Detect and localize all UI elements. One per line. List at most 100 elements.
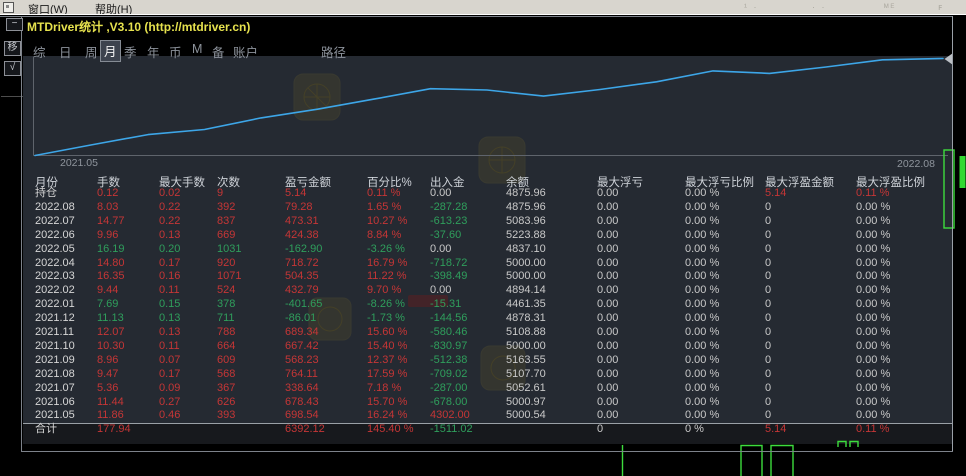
row-cell: 678.43 [285,396,319,410]
row-cell: 5052.61 [506,382,546,396]
row-cell: -86.01 [285,312,316,326]
row-cell: 524 [217,284,235,298]
table-row-total[interactable]: 合计177.946392.12145.40 %-1511.0200 %5.140… [28,423,958,437]
row-cell: 8.84 % [367,229,401,243]
row-cell: 698.54 [285,409,319,423]
row-cell: 0.00 % [856,243,890,257]
row-cell: 0.00 [597,270,618,284]
row-cell: -613.23 [430,215,467,229]
row-cell: 764.11 [285,368,318,382]
tab-m[interactable]: M [192,42,202,56]
row-cell: 9.44 [97,284,118,298]
row-cell: 0.00 % [685,396,719,410]
tab-quarter[interactable]: 季 [124,42,137,61]
table-row[interactable]: 2021.089.470.17568764.1117.59 %-709.0251… [28,368,958,382]
row-month: 2021.05 [35,409,75,423]
row-cell: 5.14 [765,187,786,201]
row-cell: 5107.70 [506,368,546,382]
table-row[interactable]: 2021.1010.300.11664667.4215.40 %-830.975… [28,340,958,354]
row-cell: 4878.31 [506,312,546,326]
row-cell: 0 [765,229,771,243]
table-row[interactable]: 2022.0414.800.17920718.7216.79 %-718.725… [28,257,958,271]
row-cell: 0.00 [597,298,618,312]
row-cell: 0.11 [159,340,180,354]
table-row[interactable]: 2022.017.690.15378-401.65-8.26 %-15.3144… [28,298,958,312]
row-cell: -144.56 [430,312,467,326]
tab-currency[interactable]: 币 [169,42,182,61]
row-cell: 4302.00 [430,409,470,423]
tab-week[interactable]: 周 [85,42,98,61]
row-cell: -1511.02 [430,423,473,437]
row-cell: 0 [765,354,771,368]
row-cell: 0.00 % [685,284,719,298]
row-month: 2022.04 [35,257,75,271]
table-row[interactable]: 2021.0511.860.46393698.5416.24 %4302.005… [28,409,958,423]
table-row[interactable]: 2022.0516.190.201031-162.90-3.26 %0.0048… [28,243,958,257]
row-cell: 14.77 [97,215,125,229]
row-cell: 4894.14 [506,284,546,298]
check-button[interactable]: √ [4,61,21,76]
table-row[interactable]: 2022.0714.770.22837473.3110.27 %-613.235… [28,215,958,229]
minimize-button[interactable]: − [6,18,23,31]
row-cell: 0.17 [159,368,180,382]
app-icon[interactable] [3,2,14,13]
tab-summary[interactable]: 综 [33,42,46,61]
row-cell: 8.03 [97,201,118,215]
table-row[interactable]: 2021.1211.130.13711-86.01-1.73 %-144.564… [28,312,958,326]
table-row[interactable]: 2021.1112.070.13788689.3415.60 %-580.465… [28,326,958,340]
row-cell: 11.13 [97,312,124,326]
table-row[interactable]: 2021.0611.440.27626678.4315.70 %-678.005… [28,396,958,410]
tab-path[interactable]: 路径 [321,42,346,61]
row-cell: 0.00 % [685,368,719,382]
row-cell: 609 [217,354,235,368]
row-cell: -401.65 [285,298,322,312]
row-month: 2021.07 [35,382,75,396]
row-cell: 568.23 [285,354,319,368]
menubar-faint-marks: · · [812,2,827,12]
row-cell: 145.40 % [367,423,413,437]
row-cell: 12.07 [97,326,125,340]
move-button[interactable]: 移 [4,41,21,56]
row-cell: 11.44 [97,396,124,410]
row-cell: 16.35 [97,270,125,284]
row-cell: -287.28 [430,201,467,215]
row-cell: 0.00 % [856,340,890,354]
row-cell: 0.00 % [856,409,890,423]
row-cell: 0.17 [159,257,180,271]
row-cell: 664 [217,340,235,354]
row-cell: 5000.54 [506,409,546,423]
row-month: 2022.02 [35,284,75,298]
table-row[interactable]: 2022.069.960.13669424.388.84 %-37.605223… [28,229,958,243]
row-cell: 0.11 [159,284,180,298]
tab-account[interactable]: 账户 [233,42,258,61]
row-cell: 626 [217,396,235,410]
tab-month[interactable]: 月 [100,40,121,62]
row-cell: 5083.96 [506,215,546,229]
tab-year[interactable]: 年 [147,42,160,61]
table-row[interactable]: 2022.088.030.2239279.281.65 %-287.284875… [28,201,958,215]
row-cell: 0.00 % [856,201,890,215]
row-cell: 0.00 % [685,243,719,257]
table-body: 持仓0.120.0295.140.11 %0.004875.960.000.00… [28,187,958,441]
menubar: 窗口(W) 帮助(H) ¹ · · · ᴹᴱ ꜰ [0,0,966,14]
row-cell: 5000.00 [506,340,546,354]
row-cell: 7.69 [97,298,118,312]
tab-note[interactable]: 备 [212,42,225,61]
table-row[interactable]: 2021.075.360.09367338.647.18 %-287.00505… [28,382,958,396]
row-cell: 0.00 [597,284,618,298]
row-cell: 0.00 % [685,201,719,215]
table-row[interactable]: 持仓0.120.0295.140.11 %0.004875.960.000.00… [28,187,958,201]
table-row[interactable]: 2021.098.960.07609568.2312.37 %-512.3851… [28,354,958,368]
row-cell: 0 [765,312,771,326]
row-cell: 79.28 [285,201,313,215]
table-row[interactable]: 2022.029.440.11524432.799.70 %0.004894.1… [28,284,958,298]
table-row[interactable]: 2022.0316.350.161071504.3511.22 %-398.49… [28,270,958,284]
row-cell: 0.00 [597,215,618,229]
row-cell: 0.46 [159,409,180,423]
row-cell: 15.60 % [367,326,407,340]
panel-border-left [21,16,22,452]
row-cell: 1031 [217,243,241,257]
row-cell: 718.72 [285,257,319,271]
tab-day[interactable]: 日 [59,42,72,61]
row-cell: -709.02 [430,368,467,382]
